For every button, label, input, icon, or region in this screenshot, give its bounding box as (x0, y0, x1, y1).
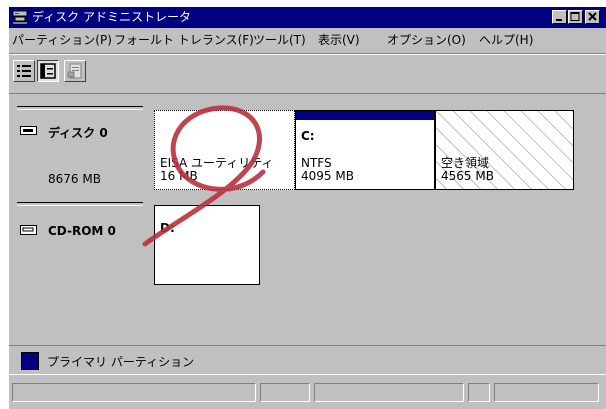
cdrom-label: CD-ROM 0 (48, 224, 116, 238)
toolbar (9, 53, 606, 88)
disk-0-size: 8676 MB (48, 172, 101, 186)
disk-configuration-view-button[interactable] (37, 60, 59, 82)
partition-size: 4095 MB (301, 169, 354, 183)
minimize-button[interactable] (552, 10, 567, 24)
disk-0-separator (17, 106, 143, 110)
disk-administrator-app-icon[interactable] (12, 10, 28, 25)
menu-tools[interactable]: ツール(T) (253, 32, 306, 48)
title-bar[interactable]: ディスク アドミニストレータ (9, 7, 606, 28)
menu-fault-tolerance[interactable]: フォールト トレランス(F) (114, 32, 254, 48)
partition-d[interactable]: D: (154, 205, 260, 285)
partition-size: 16 MB (160, 169, 198, 183)
cdrom-icon (20, 225, 37, 235)
partition-c[interactable]: C: NTFS 4095 MB (295, 110, 435, 190)
status-pane-4 (468, 383, 490, 402)
drive-letter: C: (301, 129, 315, 143)
partition-size: 4565 MB (441, 169, 494, 183)
volumes-view-button[interactable] (13, 60, 35, 82)
volume-view-icon (17, 65, 31, 77)
legend-label: プライマリ パーティション (47, 355, 195, 369)
menu-help[interactable]: ヘルプ(H) (479, 32, 533, 48)
window-title: ディスク アドミニストレータ (32, 10, 191, 24)
primary-partition-swatch (21, 352, 39, 370)
status-pane-2 (260, 383, 310, 402)
legend-bar: プライマリ パーティション (9, 345, 606, 375)
close-button[interactable] (585, 10, 600, 24)
disk-0-label: ディスク 0 (48, 126, 108, 140)
cdrom-separator (17, 202, 143, 206)
maximize-button[interactable] (568, 10, 583, 24)
minimize-icon (556, 19, 562, 21)
disk-administrator-window: ディスク アドミニストレータ パーティション(P) フォールト トレランス(F)… (9, 7, 606, 409)
status-pane-1 (12, 383, 256, 402)
drive-letter: D: (160, 221, 175, 235)
menu-options[interactable]: オプション(O) (387, 32, 466, 48)
status-pane-3 (314, 383, 464, 402)
partition-eisa-utility[interactable]: EISA ユーティリティ 16 MB (154, 110, 295, 190)
status-bar (9, 377, 606, 409)
disk-configuration-view-icon (40, 63, 56, 79)
primary-partition-bar (296, 111, 434, 120)
menu-bar: パーティション(P) フォールト トレランス(F) ツール(T) 表示(V) オ… (9, 29, 606, 51)
maximize-icon (570, 12, 580, 21)
properties-button[interactable] (64, 60, 86, 82)
disk-configuration-pane: ディスク 0 8676 MB EISA ユーティリティ 16 MB C: NTF… (9, 93, 606, 344)
hard-disk-icon (20, 126, 37, 135)
status-pane-5 (494, 383, 599, 402)
menu-view[interactable]: 表示(V) (318, 32, 360, 48)
menu-partition[interactable]: パーティション(P) (12, 32, 112, 48)
close-icon (588, 12, 597, 21)
properties-icon (67, 63, 82, 79)
partition-free-space[interactable]: 空き領域 4565 MB (435, 110, 574, 190)
